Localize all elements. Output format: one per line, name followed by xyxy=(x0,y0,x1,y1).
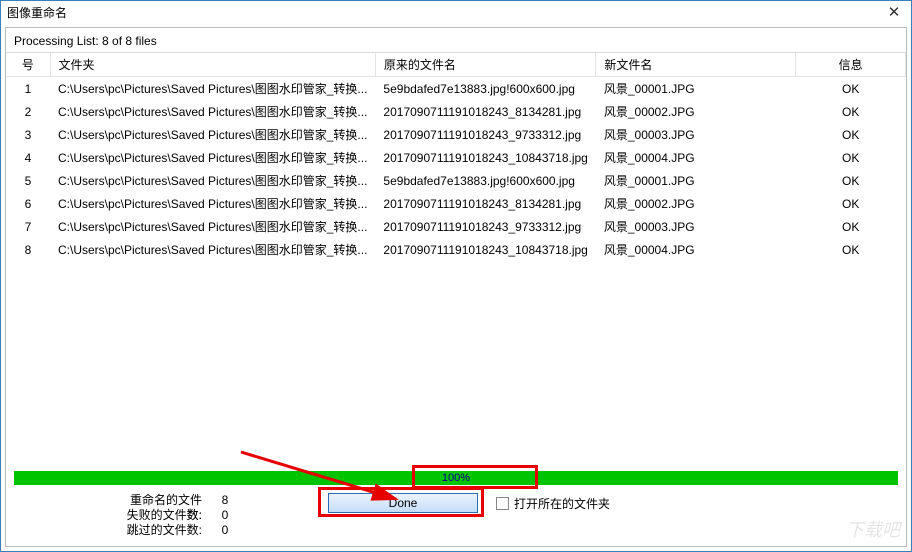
cell-info: OK xyxy=(796,238,906,261)
cell-info: OK xyxy=(796,123,906,146)
cell-info: OK xyxy=(796,169,906,192)
cell-number: 1 xyxy=(6,77,50,101)
window-title: 图像重命名 xyxy=(7,4,881,21)
cell-folder: C:\Users\pc\Pictures\Saved Pictures\图图水印… xyxy=(50,192,375,215)
col-header-newname[interactable]: 新文件名 xyxy=(596,53,796,77)
cell-info: OK xyxy=(796,215,906,238)
table-row[interactable]: 1C:\Users\pc\Pictures\Saved Pictures\图图水… xyxy=(6,77,906,101)
cell-oldname: 20170907111910182​43_8134281.jpg xyxy=(375,100,595,123)
cell-info: OK xyxy=(796,100,906,123)
progress-bar-row: 100% xyxy=(14,471,898,485)
cell-oldname: 20170907111910182​43_9733312.jpg xyxy=(375,215,595,238)
cell-number: 2 xyxy=(6,100,50,123)
close-icon[interactable]: ✕ xyxy=(881,3,907,21)
cell-folder: C:\Users\pc\Pictures\Saved Pictures\图图水印… xyxy=(50,100,375,123)
table-row[interactable]: 6C:\Users\pc\Pictures\Saved Pictures\图图水… xyxy=(6,192,906,215)
cell-newname: 风景_00002.JPG xyxy=(596,192,796,215)
stats-failed-value: 0 xyxy=(210,508,240,523)
cell-oldname: 5e9bdafed7e13883.jpg!600x600.jpg xyxy=(375,77,595,101)
cell-info: OK xyxy=(796,146,906,169)
col-header-info[interactable]: 信息 xyxy=(796,53,906,77)
bottom-panel: 100% 重命名的文件数:8 失败的文件数:0 跳过的文件数:0 Done 打开… xyxy=(6,467,906,546)
stats-skipped-label: 跳过的文件数: xyxy=(120,523,210,538)
cell-newname: 风景_00003.JPG xyxy=(596,123,796,146)
table-header-row: 号 文件夹 原来的文件名 新文件名 信息 xyxy=(6,53,906,77)
done-button[interactable]: Done xyxy=(328,493,478,513)
cell-number: 3 xyxy=(6,123,50,146)
stats-renamed-label: 重命名的文件数: xyxy=(120,493,210,508)
table-row[interactable]: 4C:\Users\pc\Pictures\Saved Pictures\图图水… xyxy=(6,146,906,169)
col-header-oldname[interactable]: 原来的文件名 xyxy=(375,53,595,77)
results-table: 号 文件夹 原来的文件名 新文件名 信息 1C:\Users\pc\Pictur… xyxy=(6,52,906,467)
cell-folder: C:\Users\pc\Pictures\Saved Pictures\图图水印… xyxy=(50,238,375,261)
stats-failed-label: 失败的文件数: xyxy=(120,508,210,523)
cell-number: 4 xyxy=(6,146,50,169)
progress-percent-label: 100% xyxy=(14,471,898,485)
cell-oldname: 20170907111910182​43_10843718.jpg xyxy=(375,146,595,169)
cell-number: 5 xyxy=(6,169,50,192)
cell-folder: C:\Users\pc\Pictures\Saved Pictures\图图水印… xyxy=(50,77,375,101)
stats-block: 重命名的文件数:8 失败的文件数:0 跳过的文件数:0 xyxy=(120,493,240,538)
checkbox-icon[interactable] xyxy=(496,497,509,510)
open-folder-checkbox-label: 打开所在的文件夹 xyxy=(514,495,610,512)
cell-newname: 风景_00002.JPG xyxy=(596,100,796,123)
cell-newname: 风景_00004.JPG xyxy=(596,146,796,169)
cell-folder: C:\Users\pc\Pictures\Saved Pictures\图图水印… xyxy=(50,169,375,192)
table-row[interactable]: 8C:\Users\pc\Pictures\Saved Pictures\图图水… xyxy=(6,238,906,261)
table-row[interactable]: 3C:\Users\pc\Pictures\Saved Pictures\图图水… xyxy=(6,123,906,146)
stats-renamed-value: 8 xyxy=(210,493,240,508)
cell-info: OK xyxy=(796,192,906,215)
col-header-number[interactable]: 号 xyxy=(6,53,50,77)
watermark-text: 下载吧 xyxy=(846,516,900,542)
cell-oldname: 20170907111910182​43_9733312.jpg xyxy=(375,123,595,146)
table-row[interactable]: 7C:\Users\pc\Pictures\Saved Pictures\图图水… xyxy=(6,215,906,238)
col-header-folder[interactable]: 文件夹 xyxy=(50,53,375,77)
cell-newname: 风景_00001.JPG xyxy=(596,169,796,192)
cell-info: OK xyxy=(796,77,906,101)
cell-number: 8 xyxy=(6,238,50,261)
cell-oldname: 20170907111910182​43_8134281.jpg xyxy=(375,192,595,215)
cell-oldname: 5e9bdafed7e13883.jpg!600x600.jpg xyxy=(375,169,595,192)
cell-newname: 风景_00001.JPG xyxy=(596,77,796,101)
content-panel: Processing List: 8 of 8 files 号 文件夹 原来的文… xyxy=(5,27,907,547)
titlebar: 图像重命名 ✕ xyxy=(1,1,911,23)
cell-number: 6 xyxy=(6,192,50,215)
cell-newname: 风景_00004.JPG xyxy=(596,238,796,261)
cell-folder: C:\Users\pc\Pictures\Saved Pictures\图图水印… xyxy=(50,123,375,146)
table-row[interactable]: 5C:\Users\pc\Pictures\Saved Pictures\图图水… xyxy=(6,169,906,192)
stats-skipped-value: 0 xyxy=(210,523,240,538)
cell-folder: C:\Users\pc\Pictures\Saved Pictures\图图水印… xyxy=(50,146,375,169)
cell-oldname: 20170907111910182​43_10843718.jpg xyxy=(375,238,595,261)
cell-newname: 风景_00003.JPG xyxy=(596,215,796,238)
cell-folder: C:\Users\pc\Pictures\Saved Pictures\图图水印… xyxy=(50,215,375,238)
processing-label: Processing List: 8 of 8 files xyxy=(6,28,906,52)
table-row[interactable]: 2C:\Users\pc\Pictures\Saved Pictures\图图水… xyxy=(6,100,906,123)
open-folder-checkbox-wrap[interactable]: 打开所在的文件夹 xyxy=(496,495,610,512)
cell-number: 7 xyxy=(6,215,50,238)
